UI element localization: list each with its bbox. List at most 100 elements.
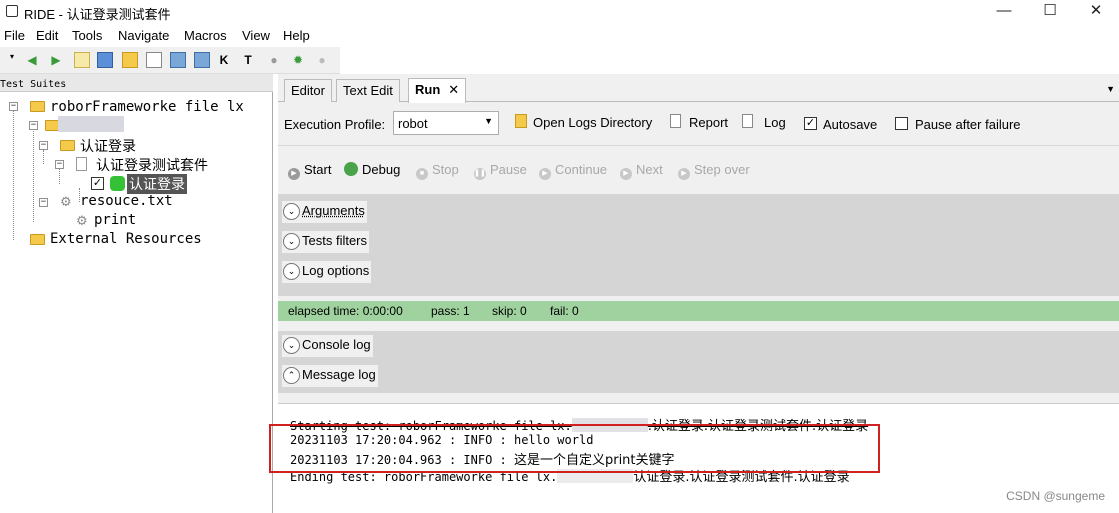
new-project-icon[interactable] [74,52,90,68]
expander-suite-file[interactable]: − [55,160,64,169]
maximize-button[interactable]: ☐ [1027,0,1073,24]
tree-item-suite[interactable]: 认证登录 [80,136,136,156]
blurred-folder-name [58,116,124,132]
minimize-button[interactable]: — [981,0,1027,24]
menu-file[interactable]: File [4,28,25,43]
execution-profile-label: Execution Profile: [284,117,386,132]
continue-label: Continue [555,162,608,177]
file-icon [76,157,87,171]
continue-button[interactable]: ▶ Continue [539,162,607,180]
back-arrow-icon[interactable]: ◀ [24,52,40,68]
tree-item-external[interactable]: External Resources [50,231,202,247]
tab-run[interactable]: Run ✕ [408,78,467,103]
chevron-down-icon: ⌄ [283,263,300,280]
arguments-toggle[interactable]: ⌄ Arguments [282,201,367,223]
debug-button[interactable]: Debug [344,162,400,177]
menu-macros[interactable]: Macros [184,28,227,43]
log-options-toggle[interactable]: ⌄ Log options [282,261,372,283]
chevron-down-icon: ▼ [484,116,493,126]
tab-run-label: Run [415,82,441,97]
run-controls: ▶ Start Debug ■ Stop ❚❚ Pause ▶ Continue ▶ Ne… [278,154,1119,184]
start-button[interactable]: ▶ Start [288,162,331,180]
execution-profile-row: Execution Profile: robot ▼ Open Logs Dir… [278,103,1119,143]
save-icon[interactable] [170,52,186,68]
forward-arrow-icon[interactable]: ▶ [48,52,64,68]
open-folder-icon[interactable] [97,52,113,68]
external-folder-icon [30,234,45,245]
tree-item-resource[interactable]: resouce.txt [80,193,173,209]
debug-label: Debug [362,162,401,177]
test-case-checkbox[interactable]: ✓ [91,177,104,190]
autosave-label: Autosave [823,117,878,132]
log-sections: ⌄ Console log ⌃ Message log [278,331,1119,393]
pause-after-failure-checkbox[interactable] [895,117,908,130]
next-label: Next [636,162,663,177]
expander-root[interactable]: − [9,102,18,111]
stop-button[interactable]: ■ Stop [416,162,459,180]
tree-item-keyword[interactable]: print [94,212,136,228]
step-over-button[interactable]: ▶ Step over [678,162,750,180]
close-window-button[interactable]: ✕ [1073,0,1119,24]
start-label: Start [304,162,332,177]
autosave-checkbox[interactable]: ✓ [804,117,817,130]
menu-navigate[interactable]: Navigate [118,28,169,43]
stop-icon[interactable]: ● [314,52,330,68]
next-button[interactable]: ▶ Next [620,162,663,180]
pause-after-failure-label: Pause after failure [915,117,1021,132]
tab-editor[interactable]: Editor [284,79,332,102]
watermark: CSDN @sungeme [1006,489,1105,503]
tree-connector [33,129,34,222]
save-all-icon[interactable] [194,52,210,68]
new-file-icon[interactable] [146,52,162,68]
stop-icon: ■ [416,168,428,180]
resource-file-icon: ⚙ [60,194,72,209]
run-icon[interactable]: ● [266,52,282,68]
elapsed-time: elapsed time: 0:00:00 [288,304,403,318]
pause-icon: ❚❚ [474,168,486,180]
title-bar: RIDE - 认证登录测试套件 — ☐ ✕ [0,0,1119,24]
close-tab-icon[interactable]: ✕ [448,82,459,97]
pause-button[interactable]: ❚❚ Pause [474,162,527,180]
tab-bar: Editor Text Edit Run ✕ ▼ [278,74,1119,103]
tab-editor-label: Editor [291,83,325,98]
message-log-label: Message log [302,367,376,382]
arguments-label: Arguments [302,203,365,218]
expander-blurred-folder[interactable]: − [29,121,38,130]
expander-suite[interactable]: − [39,141,48,150]
divider [278,145,1119,146]
keyword-search-icon[interactable]: K [216,52,232,68]
console-log-label: Console log [302,337,371,352]
folder-icon [30,101,45,112]
tree-connector [13,110,14,240]
execution-profile-select[interactable]: robot ▼ [393,111,499,135]
chevron-down-icon: ⌄ [283,203,300,220]
next-icon: ▶ [620,168,632,180]
menu-edit[interactable]: Edit [36,28,58,43]
tab-text-edit[interactable]: Text Edit [336,79,400,102]
tree-connector [43,150,44,164]
menu-tools[interactable]: Tools [72,28,102,43]
play-icon: ▶ [288,168,300,180]
tests-filters-toggle[interactable]: ⌄ Tests filters [282,231,370,253]
tab-menu-arrow-icon[interactable]: ▼ [1106,84,1115,94]
report-button[interactable]: Report [689,115,728,130]
open-directory-icon[interactable] [122,52,138,68]
tree-item-suite-file[interactable]: 认证登录测试套件 [96,155,208,175]
console-log-toggle[interactable]: ⌄ Console log [282,335,373,357]
menu-view[interactable]: View [242,28,270,43]
open-logs-button[interactable]: Open Logs Directory [533,115,652,130]
tests-filters-label: Tests filters [302,233,368,248]
toolbar-grip-icon: ▾ [9,52,14,61]
debug-bug-icon[interactable]: ✹ [290,52,306,68]
robot-test-icon [110,176,125,191]
log-button[interactable]: Log [764,115,786,130]
window-title: RIDE - 认证登录测试套件 [24,7,171,22]
tree-item-test-case[interactable]: 认证登录 [127,174,187,194]
message-log-toggle[interactable]: ⌃ Message log [282,365,378,387]
step-over-label: Step over [694,162,750,177]
tag-search-icon[interactable]: T [240,52,256,68]
expander-resource[interactable]: − [39,198,48,207]
collapsible-sections: ⌄ Arguments ⌄ Tests filters ⌄ Log options [278,194,1119,296]
menu-help[interactable]: Help [283,28,310,43]
tree-item-root[interactable]: roborFrameworke file lx [50,99,244,115]
